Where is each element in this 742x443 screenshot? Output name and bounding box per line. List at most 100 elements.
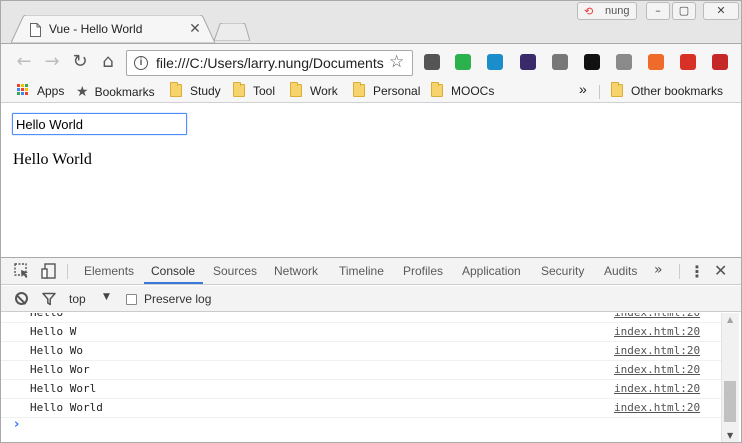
bookmarks-overflow-button[interactable]: » — [579, 81, 587, 97]
document-icon — [30, 23, 41, 37]
bookmark-folder-label: Tool — [253, 84, 276, 98]
tab-title: Vue - Hello World — [49, 22, 143, 36]
pocket-icon[interactable] — [424, 54, 440, 70]
url-text[interactable]: file:///C:/Users/larry.nung/Documents — [156, 55, 386, 71]
tab-sources[interactable]: Sources — [213, 264, 257, 278]
toolbar: ← → ↻ ⌂ i file:///C:/Users/larry.nung/Do… — [1, 43, 741, 79]
bookmark-other[interactable]: Other bookmarks — [611, 82, 724, 99]
folder-icon — [290, 82, 302, 97]
message-input[interactable] — [12, 113, 187, 135]
prompt-caret-icon: › — [14, 417, 20, 432]
bookmark-folder-work[interactable]: Work — [290, 82, 338, 99]
restore-button[interactable]: ▢ — [672, 2, 696, 20]
bookmark-folder-label: Study — [190, 84, 221, 98]
bookmarks-bar: Apps ★ Bookmarks Study Tool Work Personal… — [1, 79, 741, 103]
upload-icon[interactable] — [712, 54, 728, 70]
scroll-up-icon[interactable]: ▲ — [727, 315, 733, 324]
trello-icon[interactable] — [616, 54, 632, 70]
orange-lifebuoy-icon[interactable] — [648, 54, 664, 70]
apps-grid-icon — [17, 84, 29, 96]
folder-icon — [233, 82, 245, 97]
scroll-down-icon[interactable]: ▼ — [727, 431, 733, 440]
active-tab-indicator — [144, 282, 203, 284]
devtools-close-icon[interactable]: ✕ — [714, 261, 727, 280]
devtools-divider — [67, 264, 68, 279]
shield-icon[interactable] — [680, 54, 696, 70]
console-output: Helloindex.html:20Hello Windex.html:20He… — [1, 313, 741, 442]
y-icon[interactable] — [487, 54, 503, 70]
log-message: Hello World — [30, 401, 103, 414]
sync-error-icon: ⟲ — [584, 5, 594, 18]
bookmark-folder-moocs[interactable]: MOOCs — [431, 82, 495, 99]
tab-elements[interactable]: Elements — [84, 264, 134, 278]
bookmark-folder-study[interactable]: Study — [170, 82, 221, 99]
tab-timeline[interactable]: Timeline — [339, 264, 384, 278]
star-icon: ★ — [76, 83, 89, 99]
log-message: Hello — [30, 313, 63, 319]
bookmark-folder-label: MOOCs — [451, 84, 495, 98]
tab-application[interactable]: Application — [462, 264, 521, 278]
tab-profiles[interactable]: Profiles — [403, 264, 443, 278]
play-icon[interactable] — [584, 54, 600, 70]
minimize-button[interactable]: – — [646, 2, 670, 20]
title-bar: Vue - Hello World ✕ ⟲ nung – ▢ ✕ — [1, 1, 741, 43]
bookmark-star-icon[interactable]: ☆ — [389, 52, 404, 72]
browser-window: Vue - Hello World ✕ ⟲ nung – ▢ ✕ ← → ↻ ⌂… — [0, 0, 742, 443]
close-window-button[interactable]: ✕ — [703, 2, 739, 20]
devtools-panel: Elements Console Sources Network Timelin… — [1, 257, 741, 442]
scrollbar-thumb[interactable] — [724, 381, 736, 422]
tab-close-icon[interactable]: ✕ — [187, 21, 203, 37]
log-source-link[interactable]: index.html:20 — [614, 401, 700, 414]
bookmark-apps-label: Apps — [37, 84, 65, 98]
home-button[interactable]: ⌂ — [98, 52, 118, 72]
bookmark-folder-tool[interactable]: Tool — [233, 82, 276, 99]
bookmark-bookmarks-label: Bookmarks — [94, 85, 155, 99]
folder-icon — [353, 82, 365, 97]
more-tabs-button[interactable]: » — [654, 262, 663, 278]
log-source-link[interactable]: index.html:20 — [614, 382, 700, 395]
info-icon[interactable]: i — [134, 56, 148, 70]
back-button[interactable]: ← — [14, 52, 34, 72]
profile-name: nung — [605, 5, 630, 17]
context-selector[interactable]: top — [69, 292, 86, 306]
console-log-row: Hello W index.html:20 — [1, 323, 721, 342]
devtools-divider — [679, 264, 680, 279]
filter-icon[interactable] — [42, 292, 56, 306]
reload-button[interactable]: ↻ — [70, 52, 90, 72]
profile-button[interactable]: ⟲ nung — [577, 2, 637, 20]
log-message: Hello Wo — [30, 344, 83, 357]
preserve-log-checkbox[interactable] — [126, 294, 137, 305]
console-log-row: Hello Wor index.html:20 — [1, 361, 721, 380]
inspect-element-icon[interactable] — [13, 262, 31, 280]
tab-console[interactable]: Console — [151, 264, 195, 278]
tab-audits[interactable]: Audits — [604, 264, 637, 278]
bookmark-other-label: Other bookmarks — [631, 84, 724, 98]
message-output: Hello World — [13, 151, 92, 168]
bookmark-bookmarks[interactable]: ★ Bookmarks — [76, 83, 155, 99]
address-bar[interactable]: i file:///C:/Users/larry.nung/Documents … — [126, 50, 413, 76]
preserve-log-label[interactable]: Preserve log — [144, 292, 211, 306]
device-toolbar-icon[interactable] — [40, 262, 58, 280]
tab-security[interactable]: Security — [541, 264, 584, 278]
feedly-icon[interactable] — [455, 54, 471, 70]
bookmark-folder-personal[interactable]: Personal — [353, 82, 420, 99]
devtools-menu-icon[interactable]: ⋮ — [689, 262, 705, 281]
bookmark-apps[interactable]: Apps — [17, 83, 64, 99]
log-source-link[interactable]: index.html:20 — [614, 344, 700, 357]
tab-network[interactable]: Network — [274, 264, 318, 278]
console-prompt[interactable]: › — [1, 416, 721, 436]
copy-icon[interactable] — [552, 54, 568, 70]
folder-icon — [431, 82, 443, 97]
context-dropdown-icon[interactable]: ▼ — [103, 292, 110, 302]
astronomy-icon[interactable] — [520, 54, 536, 70]
forward-button[interactable]: → — [42, 52, 62, 72]
console-log-row: Hello Worl index.html:20 — [1, 380, 721, 399]
log-source-link[interactable]: index.html:20 — [614, 313, 700, 319]
folder-icon — [611, 82, 623, 97]
log-source-link[interactable]: index.html:20 — [614, 363, 700, 376]
log-source-link[interactable]: index.html:20 — [614, 325, 700, 338]
clear-console-icon[interactable] — [15, 292, 28, 305]
console-scrollbar[interactable]: ▲ ▼ — [721, 313, 739, 442]
new-tab-button[interactable] — [214, 23, 250, 41]
log-message: Hello Wor — [30, 363, 90, 376]
